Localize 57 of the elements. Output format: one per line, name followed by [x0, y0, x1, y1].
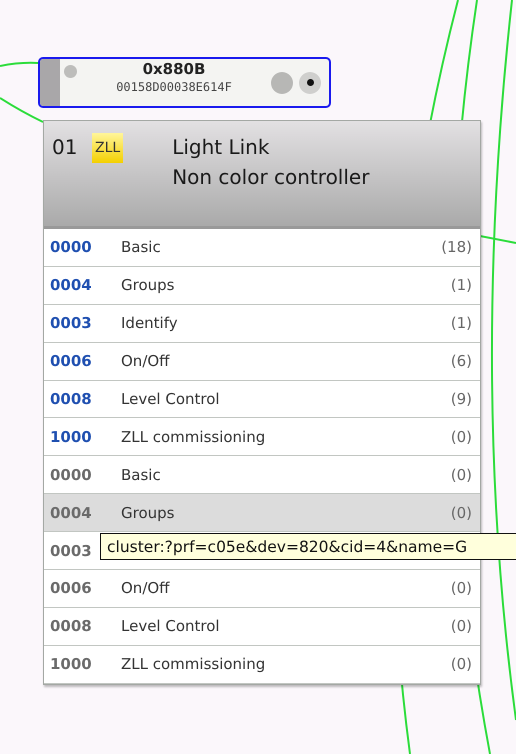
cluster-name: ZLL commissioning [121, 428, 266, 446]
side-bar [40, 59, 60, 106]
connection-line [0, 97, 44, 123]
endpoint-number: 01 [52, 135, 78, 161]
cluster-row[interactable]: 1000 ZLL commissioning (0) [44, 418, 480, 456]
attribute-count: (9) [450, 390, 472, 408]
cluster-name: Groups [121, 504, 176, 522]
cluster-id: 1000 [50, 655, 93, 674]
radio-dot-icon[interactable] [299, 72, 321, 94]
cluster-id: 0000 [50, 466, 93, 484]
attribute-count: (18) [441, 238, 472, 256]
cluster-name: Groups [121, 276, 176, 294]
cluster-row[interactable]: 0004 Groups (0) [44, 494, 480, 532]
connection-line [0, 62, 38, 67]
cluster-row[interactable]: 0004 Groups (1) [44, 266, 480, 305]
cluster-row[interactable]: 0000 Basic (0) [44, 456, 480, 494]
cluster-id: 0008 [50, 617, 93, 636]
cluster-row[interactable]: 0008 Level Control (0) [44, 608, 480, 646]
cluster-row[interactable]: 0006 On/Off (6) [44, 342, 480, 381]
tooltip: cluster:?prf=c05e&dev=820&cid=4&name=G [100, 533, 516, 560]
cluster-id: 1000 [50, 428, 93, 446]
cluster-id: 0006 [50, 352, 93, 370]
attribute-count: (0) [450, 617, 472, 636]
attribute-count: (6) [450, 352, 472, 370]
attribute-count: (1) [450, 276, 472, 294]
attribute-count: (0) [450, 428, 472, 446]
cluster-id: 0004 [50, 276, 93, 294]
cluster-name: Basic [121, 238, 162, 256]
cluster-id: 0000 [50, 238, 93, 256]
cluster-name: Level Control [121, 617, 221, 636]
cluster-name: Identify [121, 314, 179, 332]
cluster-id: 0006 [50, 579, 93, 598]
attribute-count: (0) [450, 504, 472, 522]
attribute-count: (0) [450, 655, 472, 674]
cluster-name: On/Off [121, 352, 171, 370]
cluster-name: Basic [121, 466, 162, 484]
attribute-count: (0) [450, 579, 472, 598]
status-dot-icon [64, 65, 77, 78]
profile-name: Light Link [172, 135, 270, 159]
node-card[interactable]: 0x880B 00158D00038E614F [38, 57, 331, 108]
cluster-id: 0008 [50, 390, 93, 408]
cluster-row[interactable]: 0008 Level Control (9) [44, 380, 480, 418]
cluster-id: 0004 [50, 504, 93, 522]
node-address: 0x880B [142, 60, 206, 78]
cluster-row[interactable]: 1000 ZLL commissioning (0) [44, 646, 480, 684]
cluster-id: 0003 [50, 314, 93, 332]
device-type: Non color controller [172, 165, 370, 189]
attribute-count: (1) [450, 314, 472, 332]
attribute-count: (0) [450, 466, 472, 484]
cluster-row[interactable]: 0000 Basic (18) [44, 229, 480, 267]
cluster-row[interactable]: 0003 Identify (1) [44, 304, 480, 343]
cluster-name: ZLL commissioning [121, 655, 266, 674]
cluster-name: On/Off [121, 579, 171, 598]
cluster-row[interactable]: 0006 On/Off (0) [44, 570, 480, 608]
profile-badge: ZLL [92, 133, 124, 163]
mac-address: 00158D00038E614F [116, 80, 232, 94]
cluster-name: Level Control [121, 390, 221, 408]
